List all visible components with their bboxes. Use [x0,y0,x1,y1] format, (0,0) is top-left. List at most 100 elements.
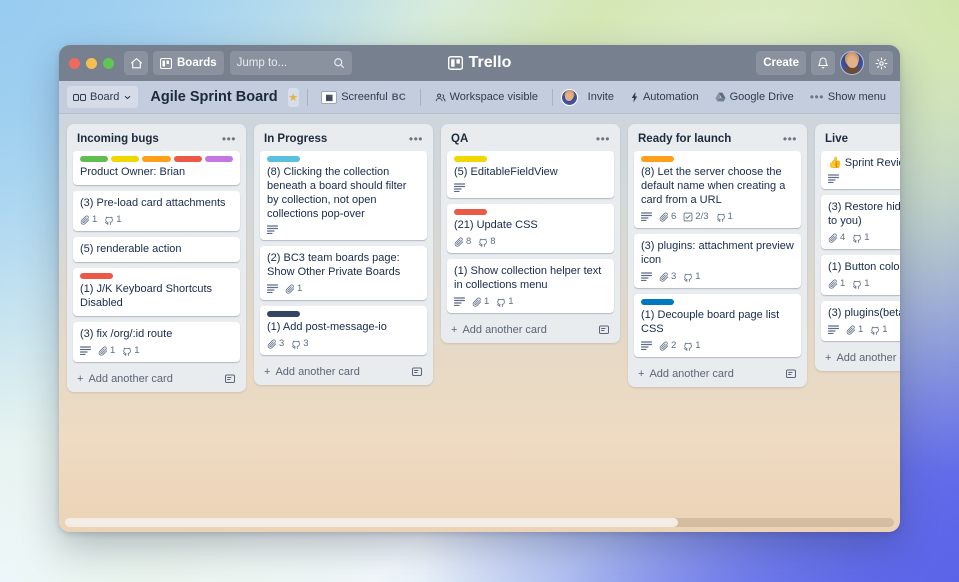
card-badge: 2 [659,340,676,351]
chevron-down-icon [125,95,131,99]
card-badge: 3 [659,271,676,282]
description-icon [641,341,652,350]
board-card[interactable]: (5) EditableFieldView [447,151,614,198]
card-badge: 1 [285,283,302,294]
list-menu-icon[interactable]: ••• [596,133,610,145]
star-icon[interactable]: ★ [287,87,299,107]
close-window-button[interactable] [69,57,80,69]
add-another-card-button[interactable]: + Add another card [821,346,900,367]
add-another-card-button[interactable]: + Add another card [260,360,427,381]
card-title: (3) plugins(beta) icon fixes [828,307,900,319]
board-card[interactable]: (21) Update CSS 8 8 [447,204,614,253]
add-another-card-button[interactable]: + Add another card [73,367,240,388]
add-card-left: + Add another card [264,366,360,378]
add-another-card-button[interactable]: + Add another card [447,318,614,339]
card-badge-value: 2/3 [695,211,709,222]
card-title: (3) fix /org/:id route [80,328,173,340]
card-title: (5) renderable action [80,243,182,255]
card-badge: 6 [659,211,676,222]
card-badges: 31 [641,271,794,282]
card-badges: 33 [267,338,420,349]
show-menu-button[interactable]: ••• Show menu [804,86,892,108]
card-badge-value: 4 [840,232,846,243]
board-card[interactable]: (1) Button color cleanup11 [821,255,900,295]
home-icon[interactable] [124,51,148,75]
user-avatar[interactable] [840,51,864,75]
member-avatar[interactable] [560,88,578,106]
card-template-icon[interactable] [598,324,610,336]
list-menu-icon[interactable]: ••• [222,133,236,145]
google-drive-button[interactable]: Google Drive [709,86,800,108]
board-card[interactable]: (5) renderable action [73,237,240,262]
boards-button[interactable]: Boards [153,51,224,75]
card-badge-value: 1 [695,271,701,282]
card-label-orange [641,156,674,162]
board-card[interactable]: (3) Pre-load card attachments 1 1 [73,191,240,231]
add-another-card-button[interactable]: + Add another card [634,362,801,383]
board-card[interactable]: (3) plugins(beta) icon fixes11 [821,301,900,341]
description-icon [828,325,839,334]
card-badge-value: 1 [882,324,888,335]
board-view-switcher[interactable]: Board [67,86,139,108]
trello-logo-icon [447,56,463,70]
card-badge-value: 1 [134,345,140,356]
search-input[interactable]: Jump to... [229,51,352,75]
card-template-icon[interactable] [224,373,236,385]
workspace-badge: BC [391,91,407,103]
card-labels [80,273,233,279]
scrollbar-thumb[interactable] [65,517,679,527]
trello-browser-window: Boards Jump to... Trello Create Board Ag… [59,45,900,532]
list-title: Ready for launch [638,133,732,145]
board-card[interactable]: (8) Let the server choose the default na… [634,151,801,228]
settings-button[interactable] [869,51,893,75]
invite-button[interactable]: Invite [582,86,620,108]
board-card[interactable]: (1) Show collection helper text in colle… [447,259,614,313]
list-menu-icon[interactable]: ••• [783,133,797,145]
board-card[interactable]: Product Owner: Brian [73,151,240,185]
card-badge: 8 [478,236,496,247]
create-button[interactable]: Create [756,51,806,75]
board-horizontal-scrollbar[interactable] [59,512,900,532]
card-title: (8) Clicking the collection beneath a bo… [267,166,407,220]
card-badge: 1 [852,278,870,289]
board-card[interactable]: (3) fix /org/:id route 1 1 [73,322,240,362]
scrollbar-track[interactable] [65,517,894,527]
card-template-icon[interactable] [411,366,423,378]
card-badge-value: 1 [508,296,514,307]
card-label-red [454,209,487,215]
attachment-icon [98,346,108,356]
notifications-button[interactable] [811,51,835,75]
board-card[interactable]: (2) BC3 team boards page: Show Other Pri… [260,246,427,300]
ellipsis-icon: ••• [809,90,824,104]
card-badge-value: 1 [484,296,490,307]
automation-label: Automation [642,91,699,103]
board-card[interactable]: (3) plugins: attachment preview icon 3 1 [634,234,801,288]
board-card[interactable]: (1) Decouple board page list CSS 2 1 [634,294,801,357]
board-card[interactable]: (8) Clicking the collection beneath a bo… [260,151,427,240]
board-list: In Progress ••• (8) Clicking the collectio… [254,124,433,385]
list-menu-icon[interactable]: ••• [409,133,423,145]
board-card[interactable]: (1) Add post-message-io 3 3 [260,306,427,355]
card-badge: 3 [267,338,284,349]
workspace-button[interactable]: ▦ Screenful BC [315,86,412,108]
plus-icon: + [825,352,832,364]
card-template-icon[interactable] [785,368,797,380]
visibility-button[interactable]: Workspace visible [429,86,544,108]
board-header-actions: Automation Google Drive ••• Show menu [624,86,892,108]
list-cards: (8) Let the server choose the default na… [634,151,801,357]
divider [306,88,308,106]
maximize-window-button[interactable] [103,57,114,69]
automation-button[interactable]: Automation [624,86,705,108]
board-card[interactable]: (3) Restore hidden (or don't, up to you)… [821,195,900,249]
card-badge: 1 [472,296,489,307]
traffic-lights [66,57,119,69]
workspace-logo-icon: ▦ [321,90,338,104]
window-titlebar: Boards Jump to... Trello Create [59,45,900,81]
attachment-icon [80,215,90,225]
minimize-window-button[interactable] [86,57,97,69]
board-card[interactable]: (1) J/K Keyboard Shortcuts Disabled [73,268,240,316]
github-icon [684,273,693,282]
card-label-blue [641,299,674,305]
board-card[interactable]: 👍 Sprint Review 💥 [821,151,900,189]
card-badge: 1 [683,271,701,282]
